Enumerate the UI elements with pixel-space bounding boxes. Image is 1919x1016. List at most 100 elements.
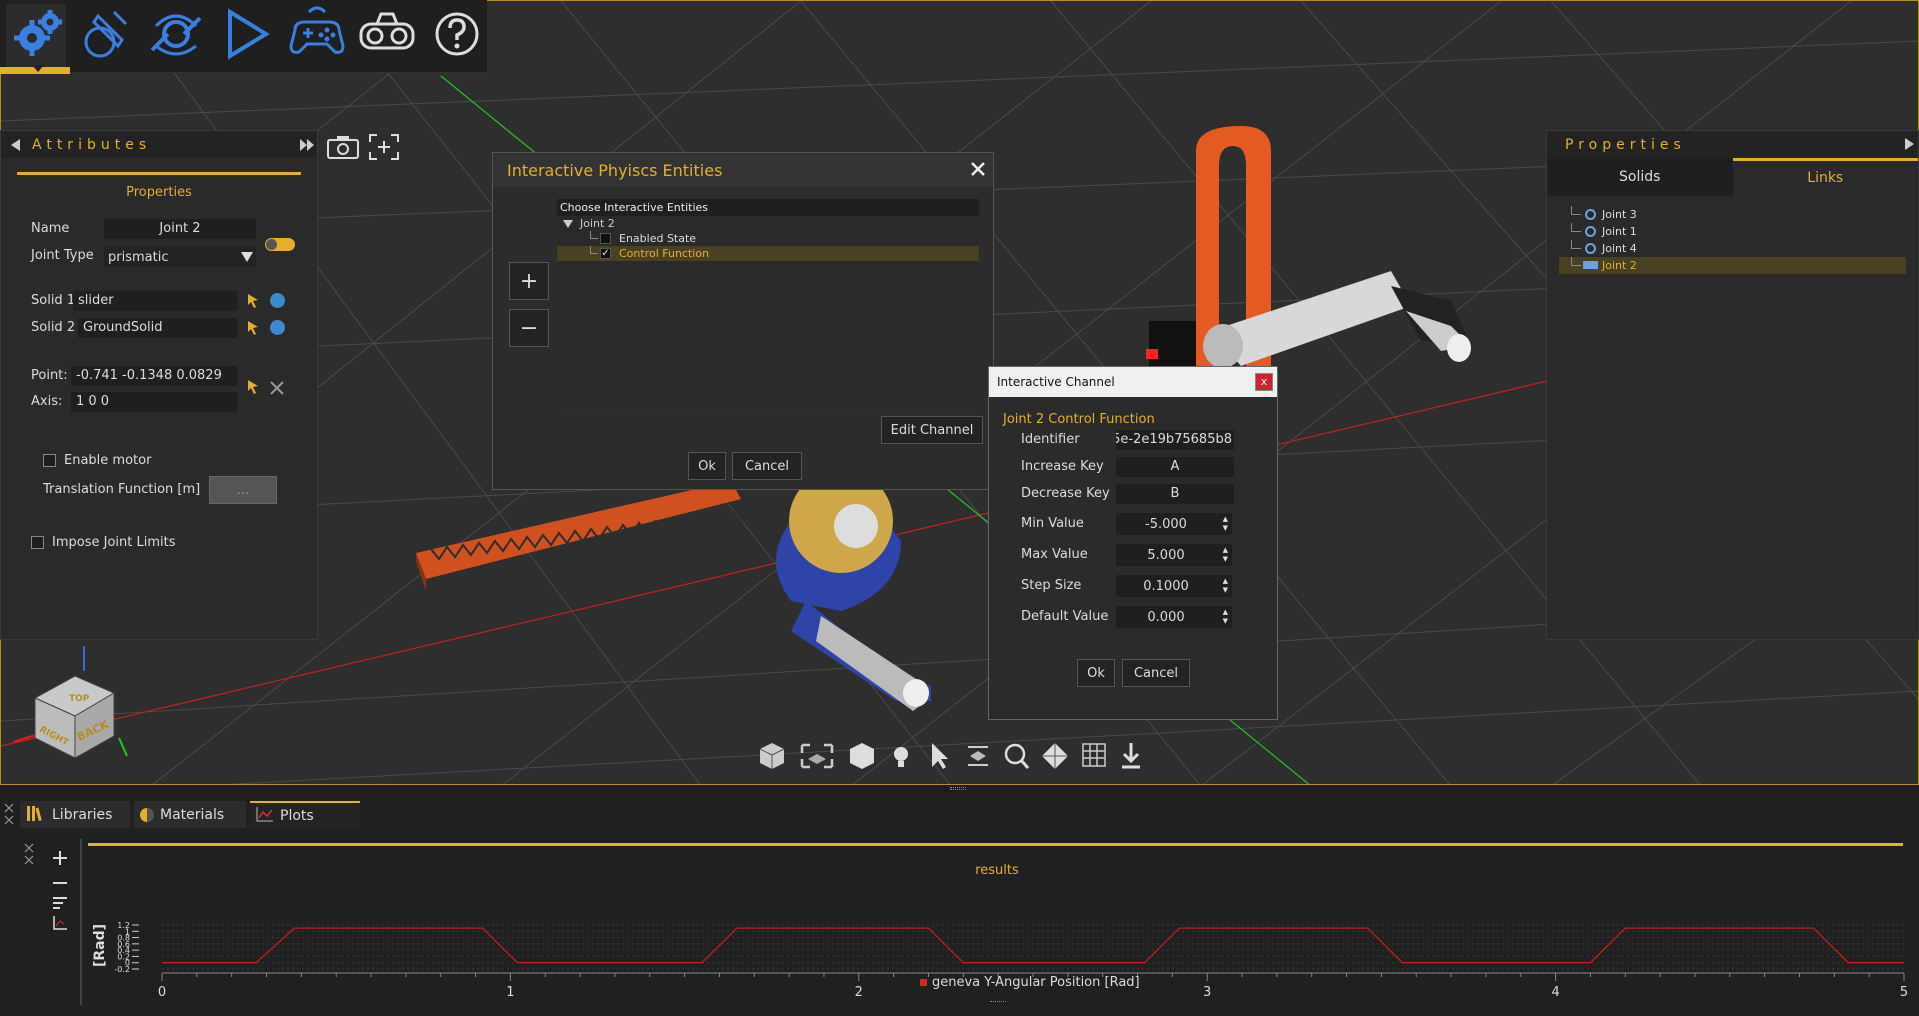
channel-cancel-button[interactable]: Cancel	[1122, 659, 1190, 687]
default-value-spinbox[interactable]: 0.000 ▲ ▼	[1116, 606, 1232, 628]
name-field[interactable]: Joint 2	[104, 219, 256, 239]
add-entity-button[interactable]: +	[509, 262, 549, 300]
pick-solid2-icon[interactable]	[246, 319, 260, 339]
y-axis-label: [Rad]	[92, 924, 108, 967]
min-value-spinbox[interactable]: -5.000 ▲ ▼	[1116, 513, 1232, 535]
close-plot-icon[interactable]	[24, 843, 34, 869]
spin-arrows-icon[interactable]: ▲ ▼	[1223, 577, 1228, 595]
tab-solids[interactable]: Solids	[1547, 158, 1733, 196]
navigation-cube[interactable]: TOP RIGHT BACK	[9, 646, 129, 761]
step-size-spinbox[interactable]: 0.1000 ▲ ▼	[1116, 575, 1232, 597]
pick-solid1-icon[interactable]	[246, 292, 260, 312]
collapse-left-icon[interactable]	[11, 138, 20, 151]
tree-item-joint1[interactable]: Joint 1	[1547, 223, 1918, 240]
tab-libraries[interactable]: Libraries	[20, 801, 130, 828]
tab-links[interactable]: Links	[1732, 158, 1918, 196]
export-icon[interactable]	[1118, 741, 1144, 775]
tree-label: Joint 3	[1602, 208, 1637, 221]
close-panel-icon[interactable]	[4, 803, 14, 829]
solid-edit-button[interactable]	[76, 4, 136, 68]
shading-icon[interactable]	[846, 741, 878, 775]
dropdown-arrow-icon	[241, 252, 253, 262]
tree-item-joint3[interactable]: Joint 3	[1547, 206, 1918, 223]
application-window: TOP RIGHT BACK Attributes Properties Nam…	[0, 0, 1919, 1016]
decrease-key-field[interactable]: B	[1116, 484, 1234, 504]
interactive-button[interactable]	[287, 4, 347, 68]
close-icon[interactable]	[969, 160, 987, 182]
plot-settings-icon[interactable]	[52, 895, 68, 915]
help-button[interactable]	[427, 4, 487, 68]
select-pointer-icon[interactable]	[924, 741, 954, 775]
tree-item-enabled-state[interactable]: Enabled State	[557, 231, 979, 246]
remove-entity-button[interactable]: −	[509, 309, 549, 347]
camera-icon[interactable]	[326, 134, 360, 164]
impose-limits-checkbox[interactable]	[31, 536, 44, 549]
properties-panel: Properties Solids Links Joint 3 Joint 1 …	[1546, 130, 1919, 640]
splitter-handle[interactable]	[950, 787, 966, 790]
materials-icon	[140, 807, 154, 822]
fullscreen-icon[interactable]	[367, 132, 401, 166]
pick-point-icon[interactable]	[246, 378, 260, 398]
translation-function-button[interactable]: ...	[209, 476, 277, 504]
entities-cancel-button[interactable]: Cancel	[732, 452, 802, 480]
tree-item-root[interactable]: Joint 2	[557, 216, 979, 231]
globe-solid2-icon[interactable]	[270, 320, 285, 335]
view-cube-icon[interactable]	[756, 741, 788, 775]
clear-point-icon[interactable]	[269, 380, 285, 400]
max-value-spinbox[interactable]: 5.000 ▲ ▼	[1116, 544, 1232, 566]
inspect-icon[interactable]	[1002, 741, 1030, 775]
point-field[interactable]: -0.741 -0.1348 0.0829	[71, 366, 237, 386]
axis-field[interactable]: 1 0 0	[71, 392, 237, 412]
grid-toggle-icon[interactable]	[1080, 741, 1108, 775]
spin-arrows-icon[interactable]: ▲ ▼	[1223, 515, 1228, 533]
decrease-key-label: Decrease Key	[1021, 486, 1110, 501]
tab-materials[interactable]: Materials	[134, 801, 246, 828]
x-tick-label: 1	[506, 985, 514, 1000]
identifier-field[interactable]: 815e-2e19b75685b8	[1116, 430, 1234, 450]
increase-key-field[interactable]: A	[1116, 457, 1234, 477]
step-size-label: Step Size	[1021, 578, 1082, 593]
enabled-state-checkbox[interactable]	[600, 233, 611, 244]
spin-arrows-icon[interactable]: ▲ ▼	[1223, 546, 1228, 564]
control-function-checkbox[interactable]: ✓	[600, 248, 611, 259]
visibility-toggle[interactable]	[265, 238, 295, 251]
light-icon[interactable]	[888, 741, 914, 775]
vr-button[interactable]	[357, 4, 417, 68]
expand-right-icon[interactable]	[298, 137, 314, 157]
entities-ok-button[interactable]: Ok	[688, 452, 726, 480]
joint-icon	[1585, 209, 1596, 220]
globe-solid1-icon[interactable]	[270, 293, 285, 308]
settings-mode-button[interactable]	[0, 4, 71, 74]
axes-icon[interactable]	[52, 915, 68, 935]
tab-plots[interactable]: Plots	[250, 801, 360, 828]
tree-root-label: Joint 2	[580, 217, 615, 230]
tree-label: Joint 1	[1602, 225, 1637, 238]
legend-label: geneva Y-Angular Position [Rad]	[932, 975, 1140, 990]
tree-child-label: Control Function	[619, 247, 710, 260]
channel-ok-button[interactable]: Ok	[1077, 659, 1115, 687]
simulate-button[interactable]	[216, 4, 276, 68]
plot-area[interactable]: results [Rad] 1.2 1 0.8 0.6 0.4 0.2 0 -0.2 0123…	[80, 839, 1910, 1005]
render-mode-icon[interactable]	[1040, 741, 1070, 775]
joint-type-label: Joint Type	[31, 248, 94, 263]
tree-item-joint2[interactable]: Joint 2	[1559, 257, 1906, 274]
impose-limits-label: Impose Joint Limits	[52, 535, 176, 550]
enable-motor-checkbox[interactable]	[43, 454, 56, 467]
solid2-field[interactable]: GroundSolid	[78, 318, 237, 338]
collapse-right-icon[interactable]	[1905, 138, 1914, 150]
joint-button[interactable]	[146, 4, 206, 68]
edit-channel-button[interactable]: Edit Channel	[881, 416, 983, 444]
zoom-out-icon[interactable]	[52, 875, 68, 895]
solid1-field[interactable]: slider	[73, 291, 237, 311]
tree-item-joint4[interactable]: Joint 4	[1547, 240, 1918, 257]
tree-item-control-function[interactable]: ✓ Control Function	[557, 246, 979, 261]
spin-arrows-icon[interactable]: ▲ ▼	[1223, 608, 1228, 626]
channel-close-button[interactable]: x	[1255, 373, 1273, 391]
joint-type-value: prismatic	[108, 249, 169, 265]
fit-view-icon[interactable]	[798, 741, 836, 775]
joint-type-select[interactable]: prismatic	[104, 247, 256, 267]
explode-icon[interactable]	[964, 741, 992, 775]
expand-arrow-icon[interactable]	[563, 220, 573, 228]
plot-splitter-handle[interactable]	[990, 1001, 1006, 1004]
zoom-in-icon[interactable]	[52, 850, 68, 870]
